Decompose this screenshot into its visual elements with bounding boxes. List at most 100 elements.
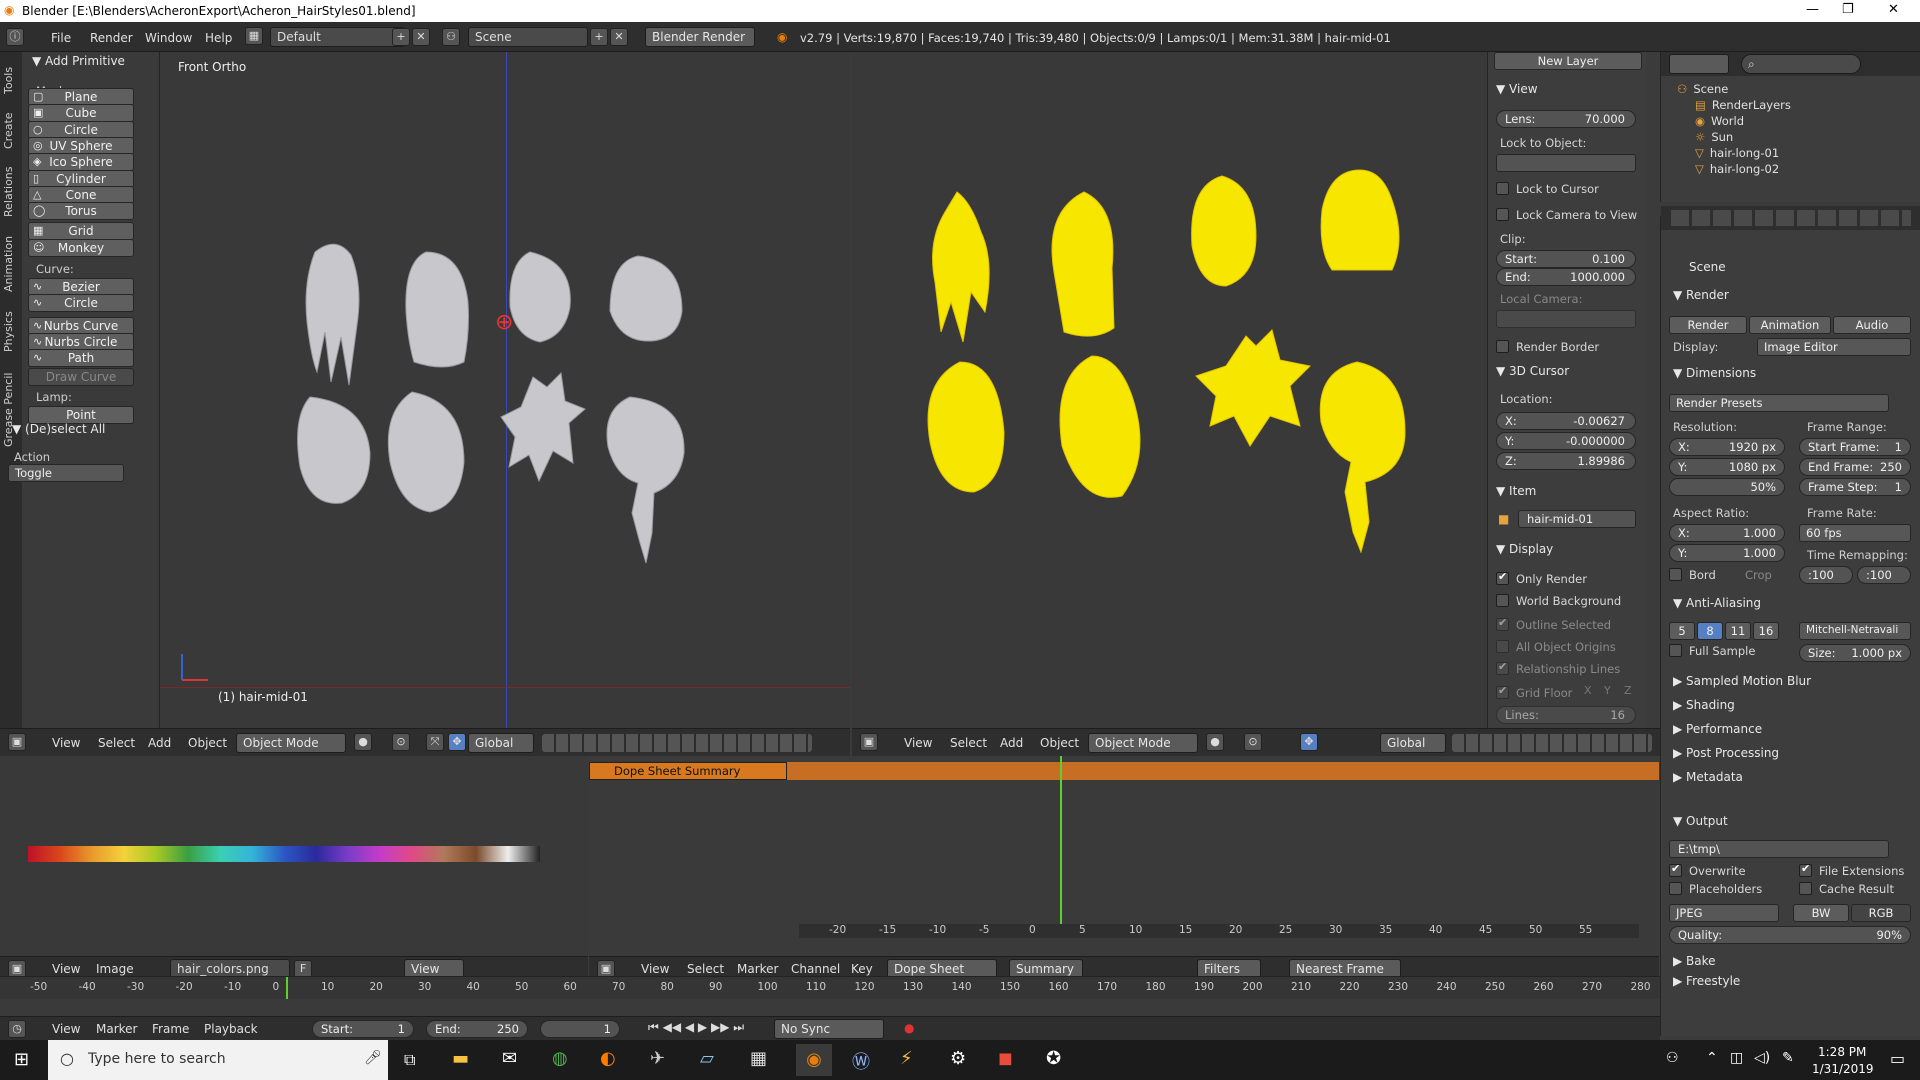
animation-button[interactable]: Animation xyxy=(1749,316,1831,334)
vp2-menu-select[interactable]: Select xyxy=(950,736,987,750)
lock-camera-checkbox[interactable] xyxy=(1496,208,1509,221)
image-menu-view[interactable]: View xyxy=(52,962,80,976)
hair-models-grey[interactable] xyxy=(160,52,850,728)
tray-chevron-icon[interactable]: ⌃ xyxy=(1706,1050,1718,1066)
timeline-current-line[interactable] xyxy=(286,977,288,999)
render-engine-dropdown[interactable]: Blender Render xyxy=(645,27,755,47)
scene-icon[interactable]: ⚇ xyxy=(442,28,460,46)
aa-samples-8[interactable]: 8 xyxy=(1697,622,1723,640)
time-remap-new-field[interactable]: :100 xyxy=(1857,566,1911,584)
vp1-menu-object[interactable]: Object xyxy=(188,736,227,750)
start-frame-field[interactable]: Start Frame: 1 xyxy=(1799,438,1911,456)
network-icon[interactable]: ◫ xyxy=(1730,1050,1743,1066)
dimensions-section-header[interactable]: ▼ Dimensions xyxy=(1673,366,1756,380)
tab-relations[interactable]: Relations xyxy=(2,160,20,224)
windows-start-icon[interactable]: ⊞ xyxy=(14,1049,29,1070)
tl-menu-view[interactable]: View xyxy=(52,1022,80,1036)
tab-create[interactable]: Create xyxy=(2,106,20,156)
res-x-field[interactable]: X: 1920 px xyxy=(1669,438,1785,456)
mesh-button-7[interactable]: ◯ Torus xyxy=(28,202,134,221)
world-background-checkbox[interactable] xyxy=(1496,594,1509,607)
calculator-icon[interactable]: ▦ xyxy=(750,1048,767,1069)
audio-button[interactable]: Audio xyxy=(1833,316,1911,334)
vp2-menu-add[interactable]: Add xyxy=(1000,736,1023,750)
tl-menu-frame[interactable]: Frame xyxy=(152,1022,189,1036)
outliner-row-3[interactable]: ☼ Sun xyxy=(1695,130,1733,144)
placeholders-checkbox[interactable] xyxy=(1669,882,1682,895)
overwrite-checkbox[interactable] xyxy=(1669,862,1682,877)
bake-section-header[interactable]: ▶ Bake xyxy=(1673,954,1716,968)
render-button[interactable]: Render xyxy=(1669,316,1747,334)
end-frame-field[interactable]: End Frame: 250 xyxy=(1799,458,1911,476)
curve-button-0[interactable]: ∿ Bezier xyxy=(28,278,134,296)
vp1-mode-dropdown[interactable]: Object Mode xyxy=(236,733,346,753)
aa-filter-dropdown[interactable]: Mitchell-Netravali xyxy=(1799,622,1911,640)
blender-taskbar-icon[interactable]: ◉ xyxy=(796,1044,832,1076)
add-scene-icon[interactable]: + xyxy=(590,28,608,46)
maximize-icon[interactable]: ❐ xyxy=(1842,2,1854,17)
aa-section-header[interactable]: ▼ Anti-Aliasing xyxy=(1673,596,1761,610)
timeline-ruler[interactable]: -50 -40 -30 -20 -10 0 10 20 30 40 50 60 70 80 90 100 110… xyxy=(0,977,1660,999)
file-explorer-icon[interactable]: ▬ xyxy=(452,1048,469,1069)
microphone-icon[interactable]: 🎤︎ xyxy=(364,1050,382,1066)
deselect-all-header[interactable]: ▼ (De)select All xyxy=(12,422,105,436)
image-menu-image[interactable]: Image xyxy=(96,962,134,976)
collapsed-section-2[interactable]: ▶ Performance xyxy=(1673,722,1762,736)
ds-menu-key[interactable]: Key xyxy=(851,962,873,976)
output-path-field[interactable]: E:\tmp\ xyxy=(1669,840,1889,858)
mesh-button-0[interactable]: ▢ Plane xyxy=(28,88,134,106)
app-bolt-icon[interactable]: ⚡ xyxy=(900,1048,913,1069)
people-icon[interactable]: ⚇ xyxy=(1666,1050,1679,1066)
mesh-button-1[interactable]: ▣ Cube xyxy=(28,104,134,123)
layout-icon[interactable]: ▦ xyxy=(245,27,263,45)
aspect-x-field[interactable]: X: 1.000 xyxy=(1669,524,1785,542)
outliner-row-4[interactable]: ▽ hair-long-01 xyxy=(1695,146,1779,160)
bw-button[interactable]: BW xyxy=(1793,904,1849,922)
tab-physics[interactable]: Physics xyxy=(2,304,20,359)
cache-result-checkbox[interactable] xyxy=(1799,882,1812,895)
aa-samples-11[interactable]: 11 xyxy=(1725,622,1751,640)
tab-tools[interactable]: Tools xyxy=(2,58,20,103)
lock-object-field[interactable] xyxy=(1496,154,1636,172)
notifications-icon[interactable]: ▭ xyxy=(1890,1049,1905,1068)
render-section-header[interactable]: ▼ Render xyxy=(1673,288,1729,302)
playback-controls[interactable]: ⏮ ◀◀ ◀ ▶ ▶▶ ⏭ xyxy=(648,1020,768,1038)
info-editor-icon[interactable]: ⓘ xyxy=(6,28,24,46)
item-name-field[interactable]: hair-mid-01 xyxy=(1518,510,1636,528)
tab-grease-pencil[interactable]: Grease Pencil xyxy=(2,364,20,456)
tl-menu-marker[interactable]: Marker xyxy=(96,1022,137,1036)
clip-start-field[interactable]: Start: 0.100 xyxy=(1496,250,1636,268)
aspect-y-field[interactable]: Y: 1.000 xyxy=(1669,544,1785,562)
freestyle-section-header[interactable]: ▶ Freestyle xyxy=(1673,974,1740,988)
outliner-display-dropdown[interactable] xyxy=(1669,54,1729,74)
vp2-mode-dropdown[interactable]: Object Mode xyxy=(1088,733,1198,753)
output-section-header[interactable]: ▼ Output xyxy=(1673,814,1728,828)
collapsed-section-1[interactable]: ▶ Shading xyxy=(1673,698,1735,712)
menu-file[interactable]: File xyxy=(51,31,71,45)
translate-icon[interactable]: ✥ xyxy=(448,733,466,751)
frame-step-field[interactable]: Frame Step: 1 xyxy=(1799,478,1911,496)
tl-current-field[interactable]: 1 xyxy=(540,1020,620,1038)
curve-button-2[interactable]: ∿ Nurbs Curve xyxy=(28,316,134,335)
outliner-row-2[interactable]: ◉ World xyxy=(1695,114,1744,128)
res-percent-field[interactable]: 50% xyxy=(1669,478,1785,496)
item-section-header[interactable]: ▼ Item xyxy=(1496,484,1536,498)
viewport-front-ortho[interactable]: Front Ortho ⊕ (1) hair-mid-01 xyxy=(160,52,850,728)
vp2-menu-view[interactable]: View xyxy=(904,736,932,750)
menu-window[interactable]: Window xyxy=(145,31,192,45)
cursor-z-field[interactable]: Z: 1.89986 xyxy=(1496,452,1636,470)
shading-icon[interactable]: ● xyxy=(1206,733,1224,751)
tab-animation[interactable]: Animation xyxy=(2,228,20,300)
render-border-checkbox[interactable] xyxy=(1496,340,1509,353)
notepad-icon[interactable]: ▱ xyxy=(700,1048,714,1069)
outliner-row-0[interactable]: ⚇ Scene xyxy=(1677,82,1728,96)
viewport-rendered[interactable] xyxy=(852,52,1486,728)
remove-layout-icon[interactable]: ✕ xyxy=(412,28,430,46)
outliner-row-5[interactable]: ▽ hair-long-02 xyxy=(1695,162,1779,176)
collapsed-section-0[interactable]: ▶ Sampled Motion Blur xyxy=(1673,674,1811,688)
add-primitive-header[interactable]: ▼ Add Primitive xyxy=(32,54,125,68)
cursor-section-header[interactable]: ▼ 3D Cursor xyxy=(1496,364,1569,378)
time-remap-old-field[interactable]: :100 xyxy=(1799,566,1853,584)
cursor-y-field[interactable]: Y: -0.000000 xyxy=(1496,432,1636,450)
only-render-checkbox[interactable] xyxy=(1496,570,1509,585)
